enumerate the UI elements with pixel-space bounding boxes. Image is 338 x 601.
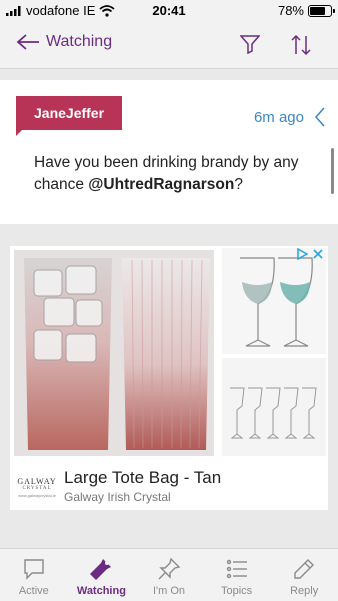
pin-icon — [158, 557, 181, 580]
ad-choices[interactable] — [296, 248, 324, 260]
speech-bubble-icon — [24, 559, 44, 580]
scrollbar[interactable] — [331, 148, 334, 194]
tumbler-glasses-image — [14, 250, 214, 456]
list-icon — [226, 559, 247, 579]
flashlight-icon — [90, 559, 112, 580]
logo-text-crystal: CRYSTAL — [22, 485, 52, 491]
battery-group: 78% — [277, 3, 335, 18]
ad-image-wine-glasses[interactable] — [222, 248, 326, 354]
nav-bar: Watching — [0, 22, 338, 69]
tab-label-im-on: I'm On — [152, 585, 186, 597]
tab-label-topics: Topics — [220, 585, 253, 597]
wine-glasses-image — [240, 257, 313, 347]
tab-topics[interactable]: Topics — [203, 549, 271, 601]
author-badge[interactable]: JaneJeffer — [16, 96, 123, 130]
close-icon[interactable] — [312, 248, 324, 260]
chevron-left-icon[interactable] — [314, 106, 326, 128]
adchoices-icon — [297, 248, 308, 260]
back-arrow-icon — [16, 34, 39, 50]
advertiser-logo[interactable]: GALWAY CRYSTAL www.galwaycrystal.ie — [14, 468, 60, 506]
logo-text-url: www.galwaycrystal.ie — [18, 492, 56, 498]
tab-label-reply: Reply — [290, 585, 319, 597]
post-message: Have you been drinking brandy by any cha… — [34, 152, 314, 196]
tab-label-active: Active — [18, 585, 49, 597]
post-time: 6m ago — [253, 109, 304, 126]
pencil-icon — [294, 559, 315, 579]
tab-reply[interactable]: Reply — [270, 549, 338, 601]
post-card: JaneJeffer 6m ago Have you been drinking… — [0, 80, 338, 224]
tab-bar: Active Watching I'm On Topics Reply — [0, 548, 338, 601]
logo-text-galway: GALWAY — [17, 476, 57, 486]
tab-active[interactable]: Active — [0, 549, 68, 601]
advertisement[interactable]: GALWAY CRYSTAL www.galwaycrystal.ie Larg… — [10, 246, 328, 510]
battery-percent: 78% — [277, 3, 304, 18]
filter-icon[interactable] — [240, 34, 260, 54]
cut-glasses-image — [230, 387, 317, 439]
ad-advertiser: Galway Irish Crystal — [64, 490, 171, 504]
author-badge-tail — [16, 130, 22, 136]
tab-label-watching: Watching — [76, 585, 126, 597]
status-bar: vodafone IE 20:41 78% — [0, 0, 338, 22]
back-button[interactable]: Watching — [16, 33, 112, 51]
ad-image-glasses[interactable] — [14, 250, 214, 456]
message-end: ? — [234, 176, 243, 193]
back-label: Watching — [46, 33, 113, 50]
tab-im-on[interactable]: I'm On — [135, 549, 203, 601]
ad-image-cut-glasses[interactable] — [222, 358, 326, 456]
tab-watching[interactable]: Watching — [68, 549, 136, 601]
mention-link[interactable]: @UhtredRagnarson — [88, 176, 234, 193]
sort-icon[interactable] — [290, 34, 312, 56]
battery-icon — [308, 4, 335, 17]
ad-title[interactable]: Large Tote Bag - Tan — [64, 468, 221, 488]
